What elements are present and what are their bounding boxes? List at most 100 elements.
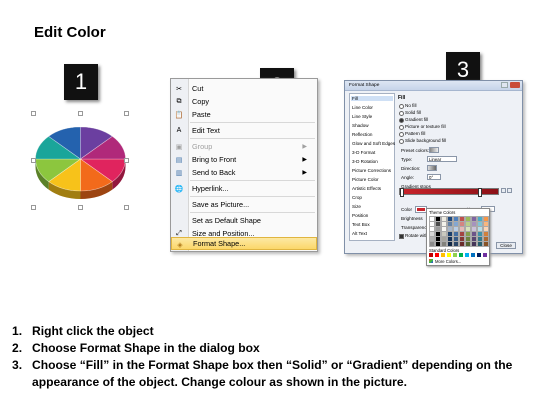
radio-picture-fill[interactable] (399, 125, 404, 130)
standard-color-swatch[interactable] (441, 253, 445, 257)
category-reflection[interactable]: Reflection (352, 132, 372, 137)
standard-color-swatch[interactable] (453, 253, 457, 257)
preset-colors-label: Preset colors: (401, 148, 430, 153)
color-label: Color (401, 207, 412, 212)
menu-item-bring-to-front[interactable]: ▤ Bring to Front ▶ (171, 153, 317, 166)
radio-label: Slide background fill (405, 138, 447, 143)
instruction-item: 1. Right click the object (12, 323, 552, 340)
category-picture-corrections[interactable]: Picture Corrections (352, 168, 391, 173)
step-badge-1: 1 (64, 64, 98, 100)
menu-item-label: Bring to Front (192, 155, 237, 164)
standard-color-swatch[interactable] (483, 253, 487, 257)
gradient-stops-bar[interactable] (399, 188, 499, 197)
color-swatch (417, 208, 425, 211)
selection-handle[interactable] (31, 158, 36, 163)
pie-graphic (35, 126, 126, 199)
close-button[interactable]: Close (496, 242, 516, 249)
selection-handle[interactable] (31, 205, 36, 210)
standard-color-swatch[interactable] (447, 253, 451, 257)
submenu-arrow-icon: ▶ (302, 157, 307, 163)
standard-color-swatch[interactable] (459, 253, 463, 257)
category-size[interactable]: Size (352, 204, 361, 209)
menu-separator (190, 180, 315, 181)
menu-item-save-as-picture[interactable]: Save as Picture... (171, 198, 317, 211)
menu-separator (190, 122, 315, 123)
remove-stop-button[interactable] (507, 188, 512, 193)
category-crop[interactable]: Crop (352, 195, 362, 200)
radio-gradient-fill[interactable] (399, 118, 404, 123)
category-text-box[interactable]: Text Box (352, 222, 370, 227)
preset-colors-dropdown[interactable] (429, 147, 439, 153)
instructions-list: 1. Right click the object 2. Choose Form… (12, 323, 552, 391)
category-line-style[interactable]: Line Style (352, 114, 372, 119)
pie-object[interactable] (31, 111, 129, 210)
selection-handle[interactable] (124, 205, 129, 210)
menu-item-hyperlink[interactable]: 🌐 Hyperlink... (171, 182, 317, 195)
category-glow[interactable]: Glow and Soft Edges (352, 141, 395, 146)
type-dropdown[interactable]: Linear (427, 156, 457, 162)
menu-item-paste[interactable]: 📋 Paste (171, 108, 317, 121)
selection-handle[interactable] (78, 205, 83, 210)
instruction-number: 3. (12, 358, 23, 372)
standard-color-swatch[interactable] (435, 253, 439, 257)
type-label: Type: (401, 157, 413, 162)
category-picture-color[interactable]: Picture Color (352, 177, 379, 182)
radio-label: Pattern fill (405, 131, 426, 136)
direction-dropdown[interactable] (427, 165, 437, 171)
angle-input[interactable]: 0° (427, 174, 441, 180)
menu-item-edit-text[interactable]: A Edit Text (171, 124, 317, 137)
selection-handle[interactable] (31, 111, 36, 116)
radio-solid-fill[interactable] (399, 111, 404, 116)
menu-item-label: Send to Back (192, 168, 236, 177)
standard-color-swatch[interactable] (429, 253, 433, 257)
gradient-stop-handle[interactable] (400, 188, 404, 197)
help-button[interactable] (501, 82, 508, 88)
menu-item-label: Save as Picture... (192, 200, 250, 209)
selection-handle[interactable] (78, 111, 83, 116)
theme-color-swatch[interactable] (483, 241, 489, 247)
gradient-stop-handle[interactable] (478, 188, 482, 197)
direction-label: Direction: (401, 166, 421, 171)
standard-color-swatch[interactable] (465, 253, 469, 257)
add-stop-button[interactable] (501, 188, 506, 193)
standard-color-swatch[interactable] (477, 253, 481, 257)
menu-item-send-to-back[interactable]: ▥ Send to Back ▶ (171, 166, 317, 179)
scissors-icon: ✂ (176, 85, 182, 93)
rotate-with-shape-checkbox[interactable] (399, 234, 404, 239)
menu-item-copy[interactable]: ⧉ Copy (171, 95, 317, 108)
more-colors-link[interactable]: More Colors... (435, 259, 461, 264)
category-alt-text[interactable]: Alt Text (352, 231, 367, 236)
category-fill[interactable]: Fill (351, 96, 393, 101)
hyperlink-icon: 🌐 (174, 185, 184, 193)
category-3d-rotation[interactable]: 3-D Rotation (352, 159, 378, 164)
radio-no-fill[interactable] (399, 104, 404, 109)
page-title: Edit Color (34, 24, 106, 41)
instruction-text: Choose Format Shape in the dialog box (32, 341, 260, 355)
instruction-number: 2. (12, 341, 23, 355)
instruction-item: 3. Choose “Fill” in the Format Shape box… (12, 357, 552, 391)
radio-label: Solid fill (405, 110, 421, 115)
submenu-arrow-icon: ▶ (302, 144, 307, 150)
more-colors-icon (429, 259, 433, 263)
category-shadow[interactable]: Shadow (352, 123, 369, 128)
selection-handle[interactable] (124, 111, 129, 116)
selection-handle[interactable] (124, 158, 129, 163)
close-icon[interactable] (510, 82, 520, 88)
menu-item-group[interactable]: ▣ Group ▶ (171, 140, 317, 153)
category-position[interactable]: Position (352, 213, 368, 218)
paste-icon: 📋 (174, 111, 184, 119)
category-3d-format[interactable]: 3-D Format (352, 150, 375, 155)
menu-item-label: Cut (192, 84, 204, 93)
category-artistic-effects[interactable]: Artistic Effects (352, 186, 381, 191)
color-palette: Theme Colors Standard Colors More Colors… (426, 208, 490, 266)
menu-item-cut[interactable]: ✂ Cut (171, 82, 317, 95)
menu-item-format-shape[interactable]: ◈ Format Shape... (171, 237, 317, 250)
standard-color-swatch[interactable] (471, 253, 475, 257)
category-line-color[interactable]: Line Color (352, 105, 373, 110)
menu-item-label: Group (192, 142, 213, 151)
send-back-icon: ▥ (175, 169, 183, 177)
radio-pattern-fill[interactable] (399, 132, 404, 137)
radio-slide-background-fill[interactable] (399, 139, 404, 144)
menu-item-set-default-shape[interactable]: Set as Default Shape (171, 214, 317, 227)
submenu-arrow-icon: ▶ (302, 170, 307, 176)
